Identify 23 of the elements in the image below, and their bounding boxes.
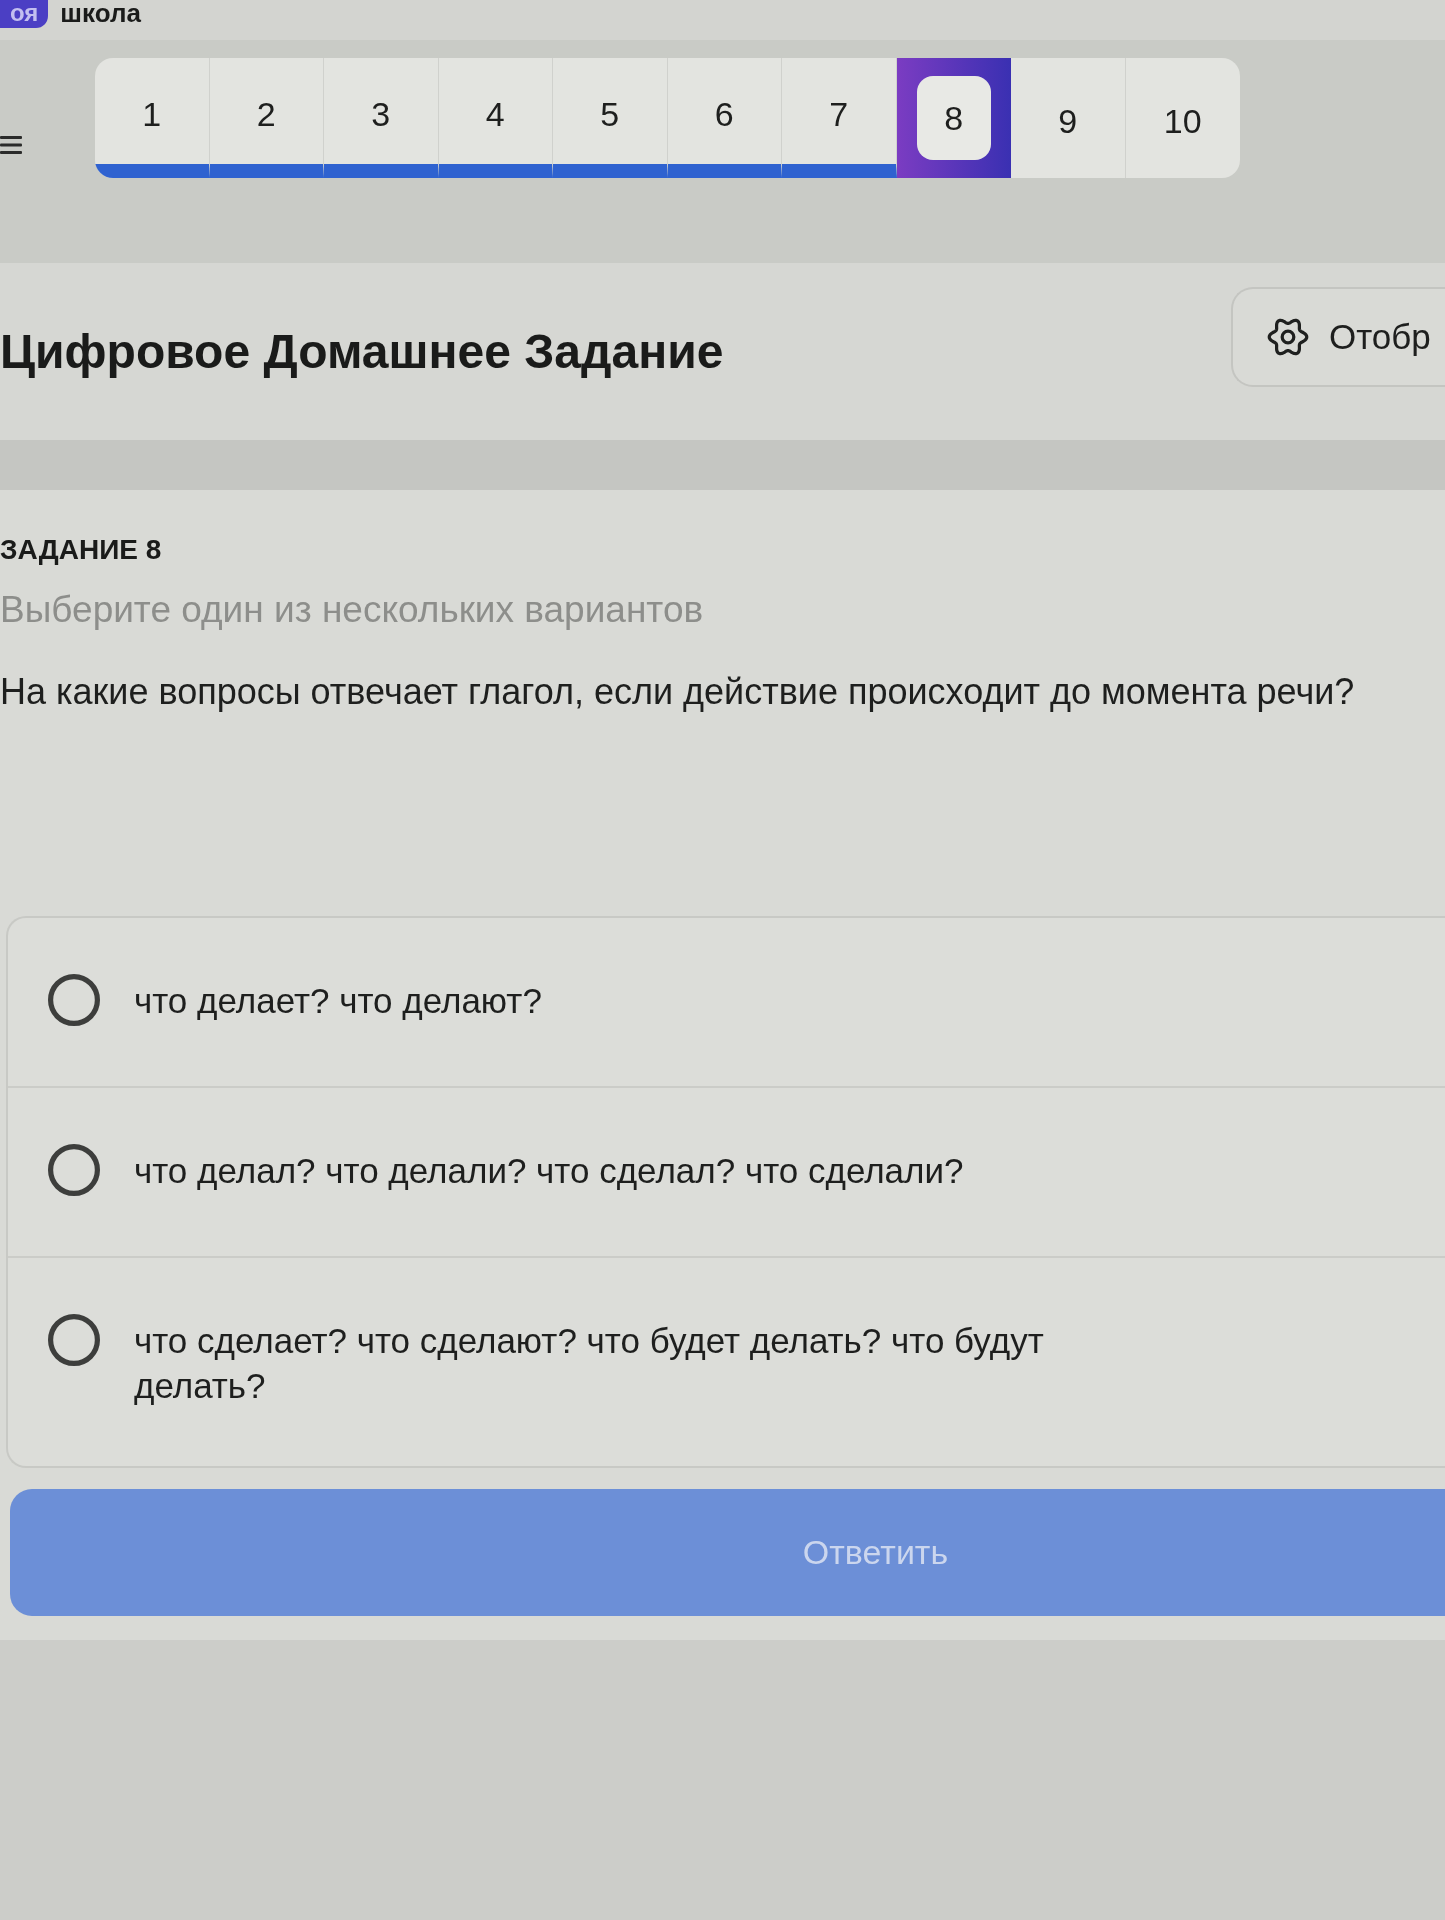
radio-button[interactable] <box>48 974 100 1026</box>
task-tab[interactable]: 9 <box>1011 58 1126 178</box>
task-tab[interactable]: 3 <box>324 58 439 178</box>
logo-badge: оя <box>0 0 49 28</box>
task-tab[interactable]: 4 <box>438 58 553 178</box>
answer-option[interactable]: что делал? что делали? что сделал? что сделали? <box>8 1088 1445 1258</box>
answer-option[interactable]: что сделает? что сделают? что будет делать? что будут делать? <box>8 1258 1445 1466</box>
menu-icon[interactable] <box>0 136 22 154</box>
logo-title: школа <box>60 0 141 26</box>
task-question: На какие вопросы отвечает глагол, если действие происходит до момента речи? <box>0 672 1355 712</box>
radio-button[interactable] <box>48 1314 100 1366</box>
task-tab[interactable]: 1 <box>95 58 210 178</box>
task-tab[interactable]: 6 <box>667 58 782 178</box>
display-button[interactable]: Отобр <box>1231 286 1445 387</box>
answer-option[interactable]: что делает? что делают? <box>8 918 1445 1088</box>
radio-button[interactable] <box>48 1144 100 1196</box>
page-title: Цифровое Домашнее Задание <box>0 324 724 379</box>
task-tab[interactable]: 8 <box>896 58 1011 178</box>
task-heading: ЗАДАНИЕ 8 <box>0 535 162 565</box>
task-tab[interactable]: 2 <box>209 58 324 178</box>
task-instruction: Выберите один из нескольких вариантов <box>0 590 704 630</box>
task-tab[interactable]: 10 <box>1125 58 1240 178</box>
task-tab[interactable]: 5 <box>553 58 668 178</box>
